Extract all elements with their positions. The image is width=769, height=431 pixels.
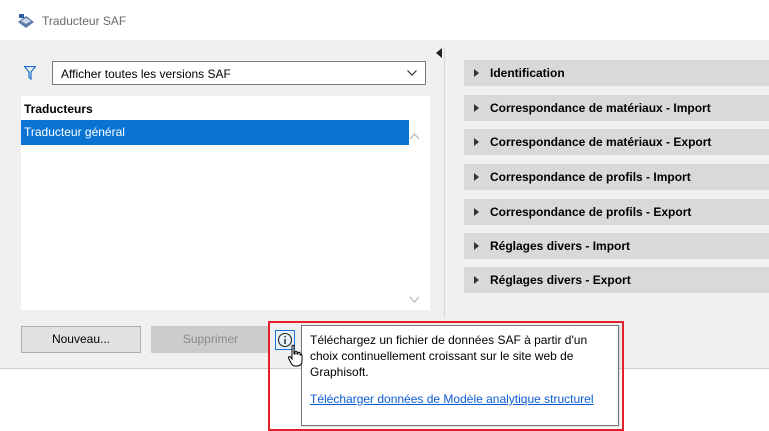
filter-icon[interactable]	[24, 66, 36, 80]
section-label: Correspondance de matériaux - Import	[490, 101, 711, 115]
caret-right-icon	[474, 173, 479, 181]
download-link[interactable]: Télécharger données de Modèle analytique…	[310, 391, 610, 407]
caret-right-icon	[474, 69, 479, 77]
section-label: Correspondance de profils - Import	[490, 170, 691, 184]
version-filter-value: Afficher toutes les versions SAF	[61, 67, 231, 81]
caret-right-icon	[474, 208, 479, 216]
section-label: Réglages divers - Import	[490, 239, 631, 253]
info-tooltip: Téléchargez un fichier de données SAF à …	[301, 325, 619, 426]
section-identification[interactable]: Identification	[464, 60, 769, 86]
caret-right-icon	[474, 104, 479, 112]
caret-right-icon	[474, 138, 479, 146]
app-icon	[18, 14, 34, 28]
new-button[interactable]: Nouveau...	[21, 326, 141, 353]
delete-button[interactable]: Supprimer	[151, 326, 270, 353]
section-material-import[interactable]: Correspondance de matériaux - Import	[464, 95, 769, 121]
cursor-icon	[287, 344, 303, 367]
section-label: Correspondance de profils - Export	[490, 205, 692, 219]
window-title: Traducteur SAF	[42, 14, 127, 28]
tooltip-text: Téléchargez un fichier de données SAF à …	[310, 333, 588, 379]
section-label: Identification	[490, 66, 565, 80]
section-material-export[interactable]: Correspondance de matériaux - Export	[464, 129, 769, 155]
collapse-panel-icon[interactable]	[436, 48, 442, 58]
section-profile-export[interactable]: Correspondance de profils - Export	[464, 199, 769, 225]
panel-divider[interactable]	[444, 48, 445, 318]
list-header: Traducteurs	[24, 102, 93, 116]
title-bar: Traducteur SAF	[0, 0, 769, 40]
caret-right-icon	[474, 276, 479, 284]
translator-window: Traducteur SAF Afficher toutes les versi…	[0, 0, 769, 369]
section-label: Réglages divers - Export	[490, 273, 631, 287]
section-label: Correspondance de matériaux - Export	[490, 135, 712, 149]
list-item-label: Traducteur général	[24, 125, 125, 139]
chevron-down-icon	[407, 70, 417, 76]
scroll-down-icon[interactable]	[409, 296, 420, 304]
section-misc-export[interactable]: Réglages divers - Export	[464, 267, 769, 293]
section-profile-import[interactable]: Correspondance de profils - Import	[464, 164, 769, 190]
section-misc-import[interactable]: Réglages divers - Import	[464, 233, 769, 259]
list-item[interactable]: Traducteur général	[21, 120, 409, 145]
scroll-up-icon[interactable]	[409, 132, 420, 140]
caret-right-icon	[474, 242, 479, 250]
version-filter-select[interactable]: Afficher toutes les versions SAF	[52, 61, 426, 85]
